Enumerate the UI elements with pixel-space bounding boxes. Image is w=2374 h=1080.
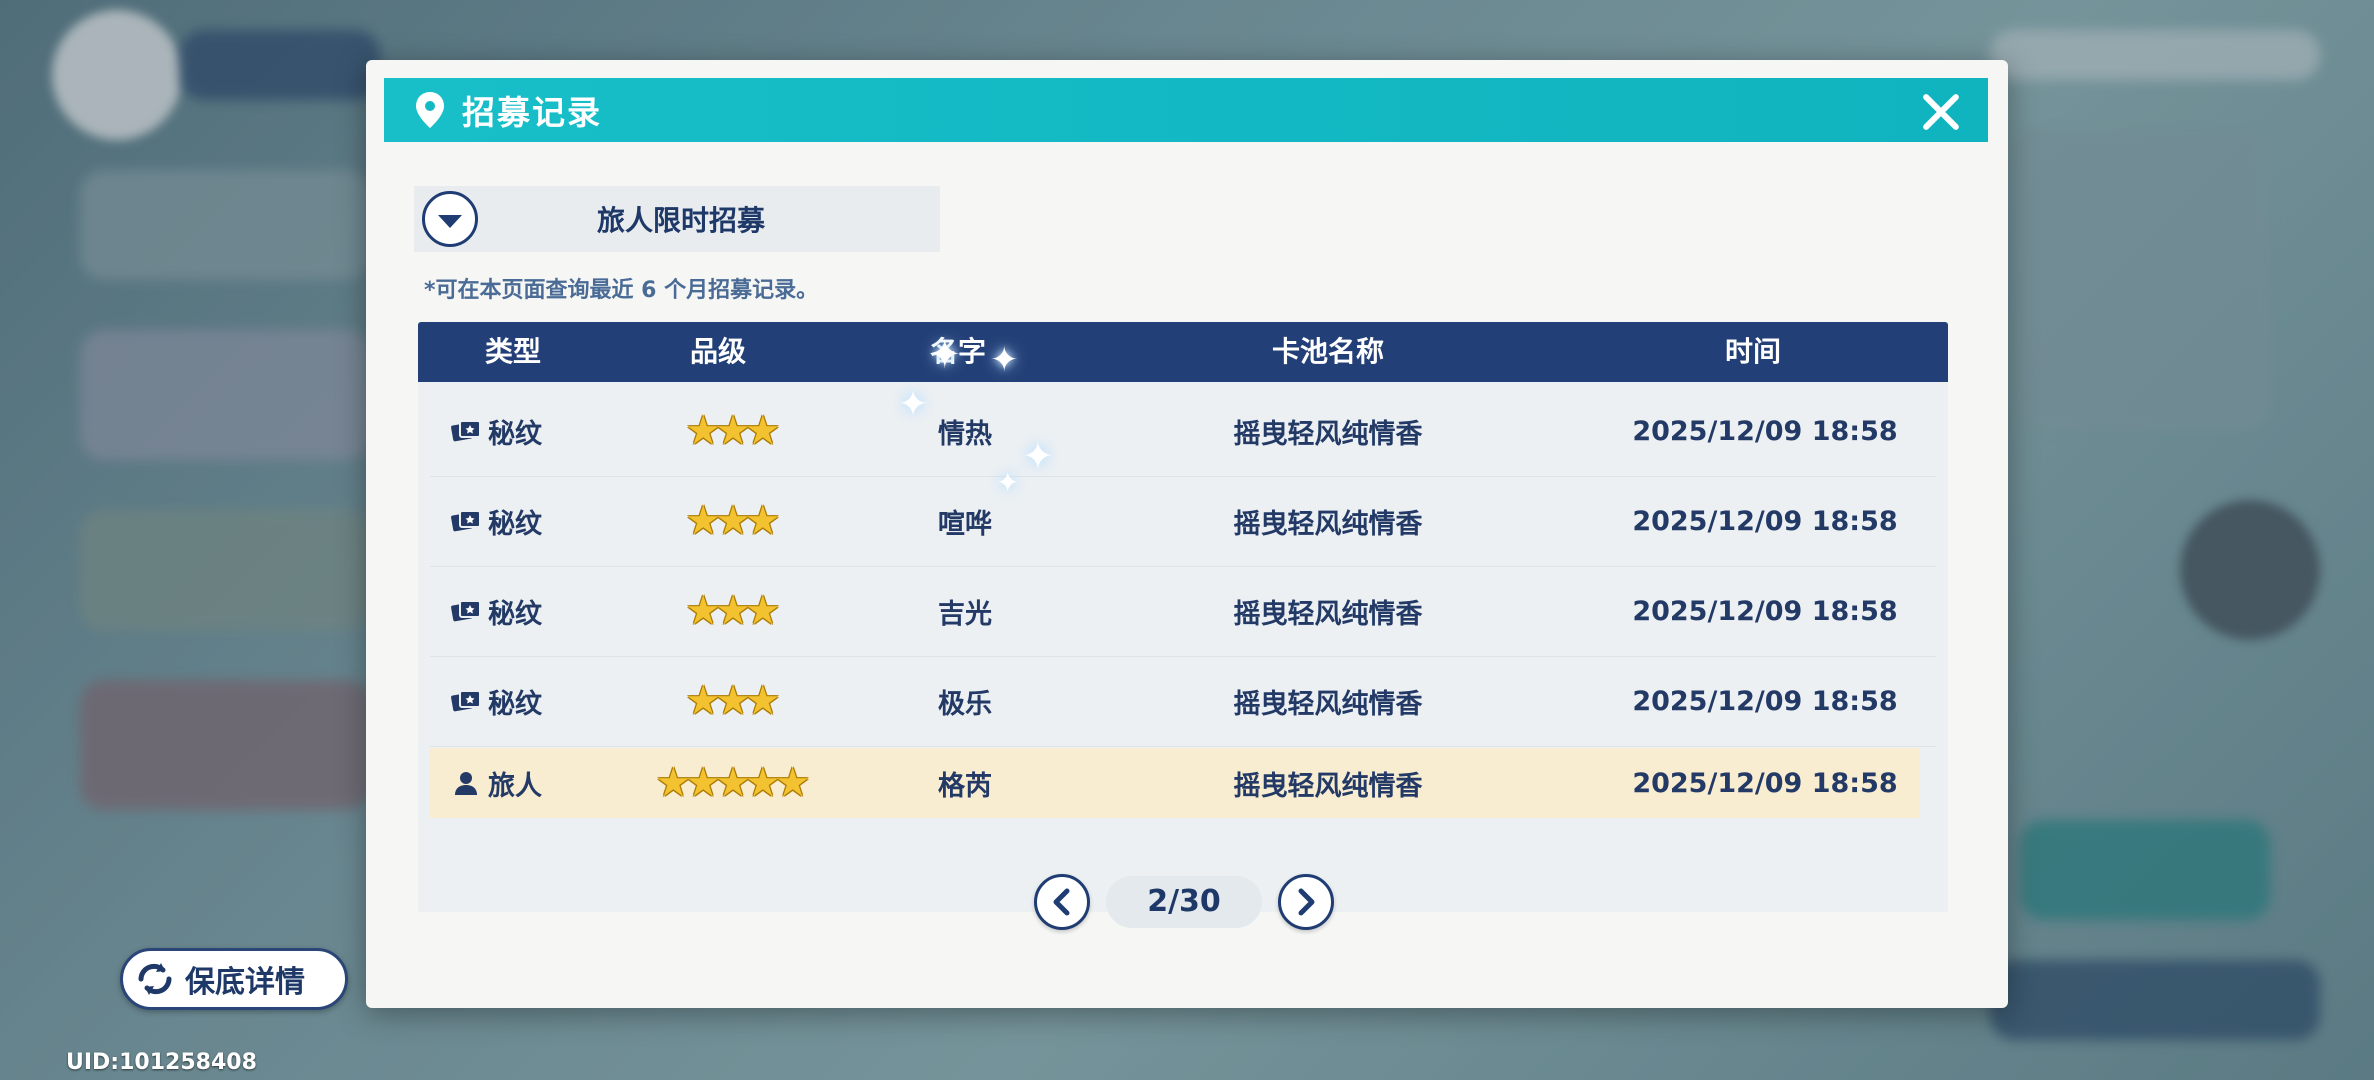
type-label: 秘纹 <box>488 688 542 720</box>
header-rarity: 品级 <box>689 335 746 368</box>
rarity-cell: ★ ★ ★ ★ ★ <box>610 748 850 818</box>
type-label: 旅人 <box>488 770 542 802</box>
time-cell: 2025/12/09 18:58 <box>1632 415 1898 447</box>
pool-cell: 摇曳轻风纯情香 <box>1233 508 1423 540</box>
rune-card-icon <box>451 510 481 532</box>
chevron-left-icon <box>1053 888 1070 916</box>
type-cell: 旅人 <box>450 748 590 818</box>
table-header: 类型 品级 名字 卡池名称 时间 <box>418 322 1948 382</box>
chevron-right-icon <box>1298 888 1315 916</box>
header-type: 类型 <box>484 335 541 368</box>
record-note: *可在本页面查询最近 6 个月招募记录。 <box>424 278 819 303</box>
next-page-button[interactable] <box>1278 874 1334 930</box>
rarity-stars: ★ ★ ★ <box>685 411 781 451</box>
name-cell: 极乐 <box>938 688 992 720</box>
time-cell: 2025/12/09 18:58 <box>1632 505 1898 537</box>
star-icon: ★ <box>744 498 781 544</box>
dialog-title-bar: 招募记录 <box>384 78 1988 142</box>
close-button[interactable] <box>1918 90 1962 134</box>
rarity-stars: ★ ★ ★ ★ ★ <box>655 763 810 803</box>
chevron-down-icon <box>422 191 478 247</box>
rarity-cell: ★ ★ ★ <box>610 476 850 566</box>
name-cell: 吉光 <box>938 598 992 630</box>
rarity-stars: ★ ★ ★ <box>685 681 781 721</box>
type-cell: 秘纹 <box>450 476 590 566</box>
time-cell: 2025/12/09 18:58 <box>1632 685 1898 717</box>
pool-cell: 摇曳轻风纯情香 <box>1233 770 1423 802</box>
rarity-cell: ★ ★ ★ <box>610 386 850 476</box>
guarantee-details-button[interactable]: 保底详情 <box>120 948 348 1010</box>
header-name: 名字 <box>929 335 986 368</box>
table-row: 旅人 ★ ★ ★ ★ ★ 格芮 摇曳轻风纯情香 2025/12/09 18:58 <box>430 748 1920 818</box>
rune-card-icon <box>451 600 481 622</box>
refresh-icon <box>138 963 172 995</box>
type-label: 秘纹 <box>488 508 542 540</box>
type-label: 秘纹 <box>488 598 542 630</box>
star-icon: ★ <box>744 588 781 634</box>
name-cell: 情热 <box>938 418 992 450</box>
guarantee-label: 保底详情 <box>185 965 305 1000</box>
rune-card-icon <box>451 690 481 712</box>
location-pin-icon <box>416 92 444 128</box>
type-cell: 秘纹 <box>450 656 590 746</box>
type-cell: 秘纹 <box>450 566 590 656</box>
header-time: 时间 <box>1724 335 1781 368</box>
star-icon: ★ <box>774 760 811 806</box>
type-label: 秘纹 <box>488 418 542 450</box>
page-indicator: 2/30 <box>1106 876 1262 928</box>
rarity-stars: ★ ★ ★ <box>685 501 781 541</box>
person-icon <box>455 772 477 795</box>
table-row: 秘纹 ★ ★ ★ 喧哗 摇曳轻风纯情香 2025/12/09 18:58 <box>430 476 1936 567</box>
time-cell: 2025/12/09 18:58 <box>1632 767 1898 799</box>
rarity-cell: ★ ★ ★ <box>610 656 850 746</box>
star-icon: ★ <box>744 678 781 724</box>
star-icon: ★ <box>744 408 781 454</box>
rarity-stars: ★ ★ ★ <box>685 591 781 631</box>
uid-label: UID:101258408 <box>66 1050 257 1075</box>
recruit-record-dialog: 招募记录 旅人限时招募 *可在本页面查询最近 6 个月招募记录。 类型 品级 名… <box>366 60 2008 1008</box>
type-cell: 秘纹 <box>450 386 590 476</box>
pool-dropdown-label: 旅人限时招募 <box>596 204 765 237</box>
rarity-cell: ★ ★ ★ <box>610 566 850 656</box>
rune-card-icon <box>451 420 481 442</box>
table-row: 秘纹 ★ ★ ★ 情热 摇曳轻风纯情香 2025/12/09 18:58 <box>430 386 1936 477</box>
table-row: 秘纹 ★ ★ ★ 极乐 摇曳轻风纯情香 2025/12/09 18:58 <box>430 656 1936 747</box>
pool-dropdown[interactable]: 旅人限时招募 <box>414 186 940 252</box>
table-row: 秘纹 ★ ★ ★ 吉光 摇曳轻风纯情香 2025/12/09 18:58 <box>430 566 1936 657</box>
dialog-title: 招募记录 <box>462 93 602 132</box>
record-table: 类型 品级 名字 卡池名称 时间 秘纹 ★ ★ ★ 情热 摇曳轻风纯情香 2025/12/0… <box>418 322 1948 912</box>
prev-page-button[interactable] <box>1034 874 1090 930</box>
name-cell: 格芮 <box>938 770 992 802</box>
pagination: 2/30 <box>1034 872 1334 932</box>
header-pool: 卡池名称 <box>1271 335 1384 368</box>
pool-cell: 摇曳轻风纯情香 <box>1233 598 1423 630</box>
pool-cell: 摇曳轻风纯情香 <box>1233 418 1423 450</box>
pool-cell: 摇曳轻风纯情香 <box>1233 688 1423 720</box>
name-cell: 喧哗 <box>938 508 992 540</box>
time-cell: 2025/12/09 18:58 <box>1632 595 1898 627</box>
